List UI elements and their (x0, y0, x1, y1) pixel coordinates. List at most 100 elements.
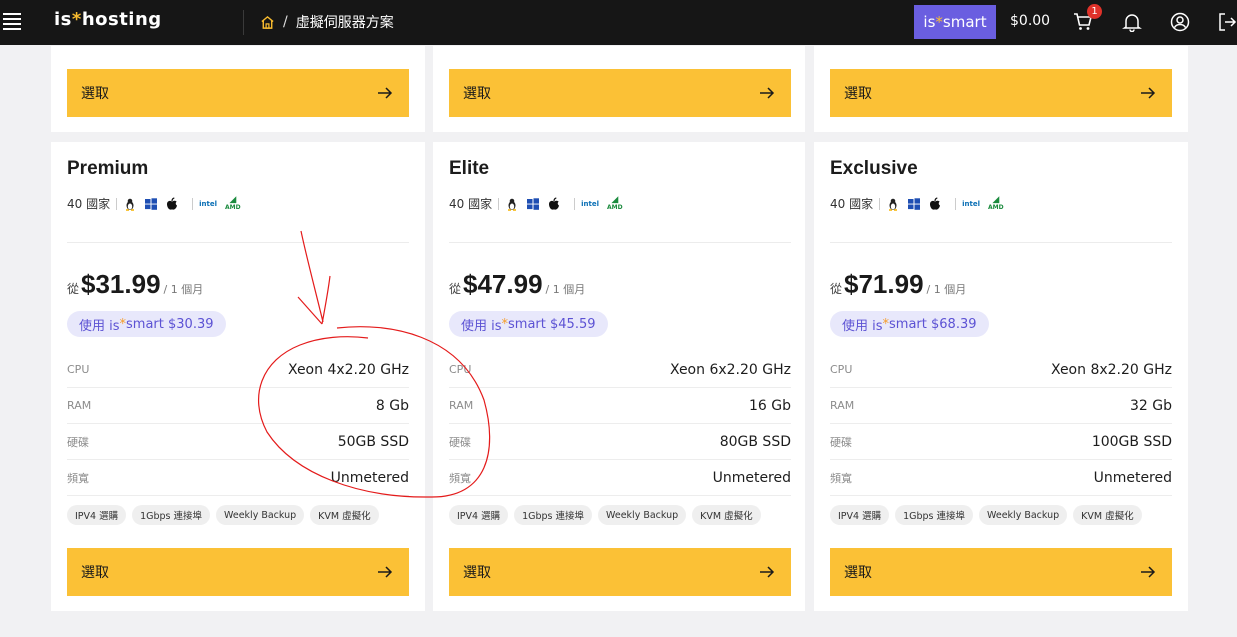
spec-row: RAM 16 Gb (449, 388, 791, 424)
select-button[interactable]: 選取 (449, 69, 791, 117)
spec-label: CPU (67, 363, 90, 376)
feature-tag: IPV4 選購 (449, 505, 509, 525)
countries-count: 40 國家 (67, 197, 111, 211)
is-smart-price-pill[interactable]: 使用 is * smart $45.59 (449, 311, 608, 337)
plan-card-top-1: 選取 (51, 46, 425, 132)
spec-row: RAM 8 Gb (67, 388, 409, 424)
select-label: 選取 (844, 565, 872, 581)
spec-value: 32 Gb (1130, 397, 1172, 414)
plan-meta: 40 國家 intel ◢ AMD (830, 195, 1004, 212)
price-period: / 1 個月 (926, 283, 967, 296)
linux-icon (508, 198, 517, 211)
feature-tags: IPV4 選購 1Gbps 連接埠 Weekly Backup KVM 虛擬化 (830, 505, 1142, 525)
spec-value: 80GB SSD (719, 433, 791, 450)
spec-value: Xeon 4x2.20 GHz (287, 361, 409, 378)
feature-tag: Weekly Backup (979, 505, 1068, 525)
plan-name: Elite (449, 158, 490, 179)
spec-row: 硬碟 100GB SSD (830, 424, 1172, 460)
amd-label: AMD (224, 204, 241, 211)
plan-card-top-3: 選取 (814, 46, 1188, 132)
countries-count: 40 國家 (449, 197, 493, 211)
select-button[interactable]: 選取 (830, 69, 1172, 117)
menu-icon[interactable] (3, 13, 21, 31)
spec-label: 頻寬 (67, 471, 89, 485)
arrow-right-icon (1141, 87, 1156, 99)
feature-tag: IPV4 選購 (830, 505, 890, 525)
breadcrumb-separator: / (283, 14, 288, 30)
spec-label: RAM (449, 399, 474, 412)
select-label: 選取 (844, 86, 872, 102)
amd-icon: ◢ AMD (224, 195, 241, 212)
select-label: 選取 (81, 565, 109, 581)
spec-value: 100GB SSD (1091, 433, 1172, 450)
smart-pill-suffix: smart $30.39 (126, 316, 214, 332)
linux-icon (889, 198, 898, 211)
plan-card-elite: Elite 40 國家 intel ◢ AMD 從 $47.99 / 1 個月 使… (433, 142, 805, 611)
spec-value: Xeon 6x2.20 GHz (669, 361, 791, 378)
is-smart-price-pill[interactable]: 使用 is * smart $68.39 (830, 311, 989, 337)
logo-suffix: hosting (81, 9, 162, 30)
logo-star: * (71, 9, 82, 30)
select-label: 選取 (81, 86, 109, 102)
spec-value: 16 Gb (749, 397, 791, 414)
feature-tag: IPV4 選購 (67, 505, 127, 525)
home-icon[interactable] (260, 15, 275, 30)
price-period: / 1 個月 (163, 283, 204, 296)
spec-label: 硬碟 (830, 435, 852, 449)
user-icon[interactable] (1170, 12, 1190, 32)
logout-icon[interactable] (1217, 12, 1237, 32)
select-button[interactable]: 選取 (449, 548, 791, 596)
amd-label: AMD (606, 204, 623, 211)
amd-icon: ◢ AMD (987, 195, 1004, 212)
divider (67, 242, 409, 243)
intel-icon: intel (962, 199, 980, 208)
is-smart-button[interactable]: is * smart (914, 5, 996, 39)
price-amount: $31.99 (81, 269, 161, 299)
spec-row: 硬碟 50GB SSD (67, 424, 409, 460)
plan-meta: 40 國家 intel ◢ AMD (67, 195, 241, 212)
feature-tag: KVM 虛擬化 (310, 505, 379, 525)
apple-icon (549, 196, 560, 210)
meta-divider (116, 197, 118, 210)
balance[interactable]: $0.00 (1010, 13, 1050, 29)
select-button[interactable]: 選取 (830, 548, 1172, 596)
smart-pill-prefix: 使用 is (461, 318, 502, 334)
feature-tag: Weekly Backup (598, 505, 687, 525)
plan-card-premium: Premium 40 國家 intel ◢ AMD 從 $31.99 / 1 個月… (51, 142, 425, 611)
feature-tags: IPV4 選購 1Gbps 連接埠 Weekly Backup KVM 虛擬化 (67, 505, 379, 525)
price-row: 從 $71.99 / 1 個月 (830, 269, 966, 300)
meta-divider (955, 197, 957, 210)
smart-pill-prefix: 使用 is (79, 318, 120, 334)
feature-tags: IPV4 選購 1Gbps 連接埠 Weekly Backup KVM 虛擬化 (449, 505, 761, 525)
spec-row: 頻寬 Unmetered (449, 460, 791, 496)
logo[interactable]: is*hosting (54, 9, 162, 30)
windows-icon (145, 197, 158, 210)
price-amount: $47.99 (463, 269, 543, 299)
spec-label: 頻寬 (830, 471, 852, 485)
top-bar: is*hosting / 虛擬伺服器方案 is * smart $0.00 1 (0, 0, 1237, 45)
spec-value: 50GB SSD (337, 433, 409, 450)
divider (830, 242, 1172, 243)
spec-label: CPU (830, 363, 853, 376)
select-label: 選取 (463, 86, 491, 102)
price-period: / 1 個月 (545, 283, 586, 296)
spec-value: Unmetered (1093, 469, 1172, 486)
spec-label: 硬碟 (449, 435, 471, 449)
spec-row: 頻寬 Unmetered (67, 460, 409, 496)
apple-icon (930, 196, 941, 210)
header-divider (243, 10, 244, 35)
smart-pill-prefix: 使用 is (842, 318, 883, 334)
smart-suffix: smart (942, 13, 987, 31)
price-row: 從 $47.99 / 1 個月 (449, 269, 585, 300)
linux-icon (126, 198, 135, 211)
is-smart-price-pill[interactable]: 使用 is * smart $30.39 (67, 311, 226, 337)
bell-icon[interactable] (1122, 12, 1142, 32)
price-from-label: 從 (830, 282, 843, 296)
select-button[interactable]: 選取 (67, 548, 409, 596)
select-button[interactable]: 選取 (67, 69, 409, 117)
windows-icon (527, 197, 540, 210)
spec-row: 硬碟 80GB SSD (449, 424, 791, 460)
select-label: 選取 (463, 565, 491, 581)
arrow-right-icon (378, 566, 393, 578)
spec-label: RAM (830, 399, 855, 412)
